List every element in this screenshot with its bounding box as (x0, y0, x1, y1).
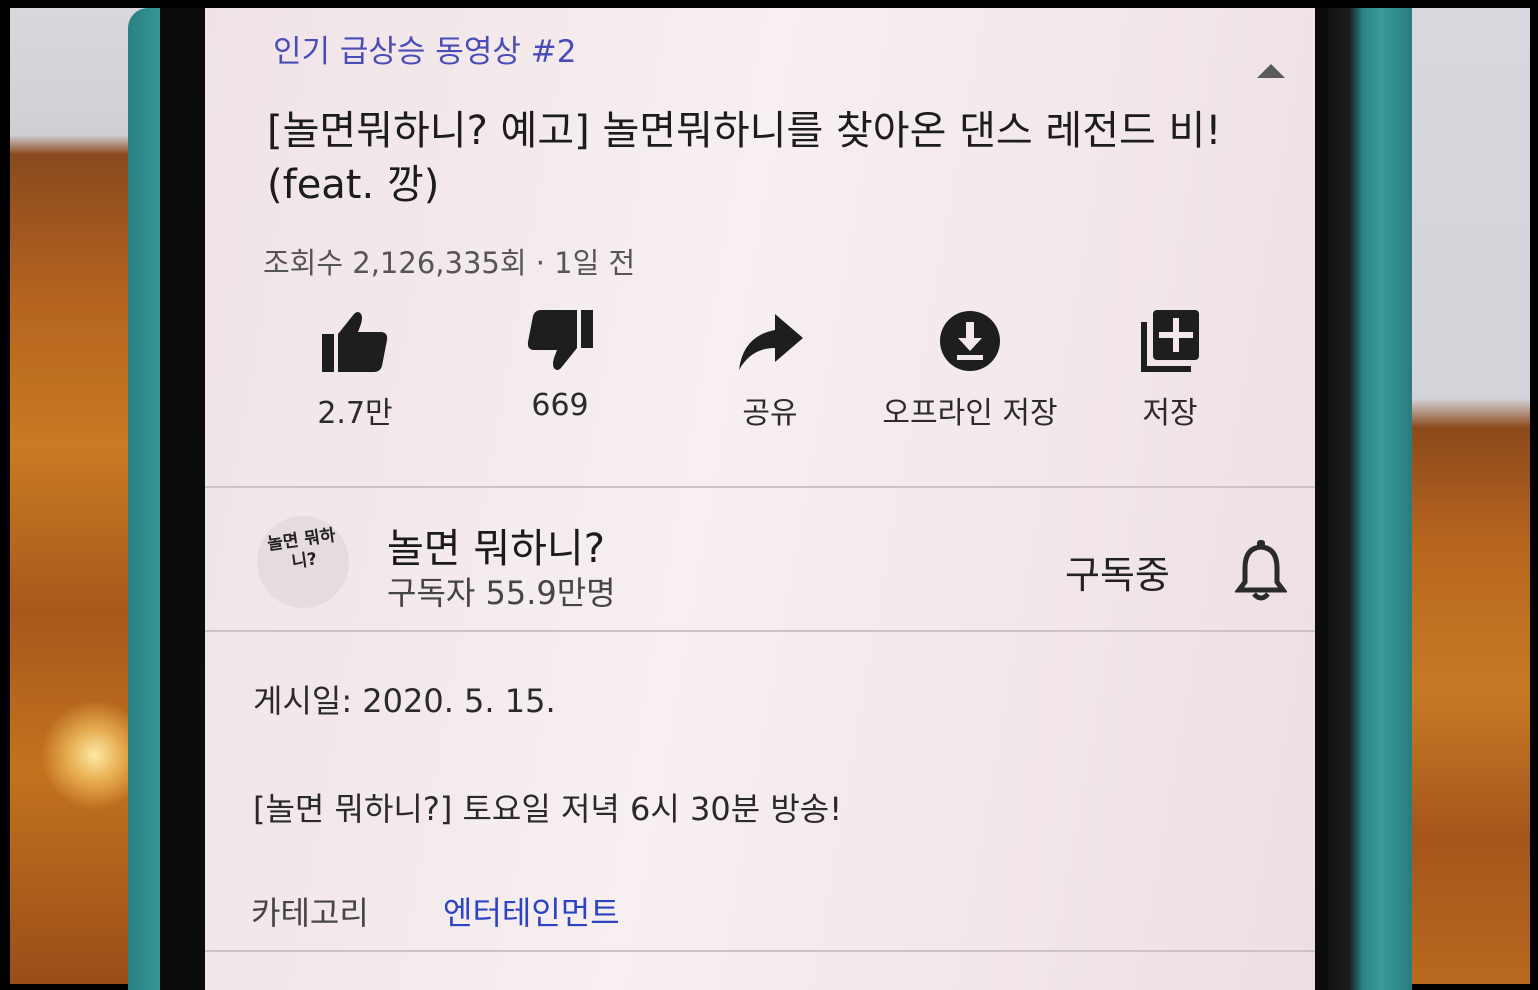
share-arrow-icon (739, 314, 803, 370)
phone-case-edge (1322, 8, 1412, 990)
share-button[interactable]: 공유 (705, 308, 835, 432)
dislike-count: 669 (531, 388, 589, 423)
offline-save-button[interactable]: 오프라인 저장 (865, 308, 1075, 432)
photo: 인기 급상승 동영상 #2 [놀면뭐하니? 예고] 놀면뭐하니를 찾아온 댄스 … (0, 0, 1538, 990)
divider (205, 950, 1315, 952)
subscriber-count: 구독자 55.9만명 (387, 574, 616, 612)
divider (205, 630, 1315, 632)
dislike-button[interactable]: 669 (495, 308, 625, 423)
bell-icon[interactable] (1234, 538, 1288, 606)
view-count: 조회수 2,126,335회 · 1일 전 (263, 246, 636, 280)
thumbs-up-icon (322, 312, 388, 372)
category-label: 카테고리 (251, 894, 369, 932)
category-link[interactable]: 엔터테인먼트 (443, 888, 620, 934)
like-count: 2.7만 (317, 396, 393, 431)
collapse-icon[interactable] (1257, 64, 1285, 78)
trending-label[interactable]: 인기 급상승 동영상 #2 (273, 26, 576, 71)
save-label: 저장 (1142, 396, 1198, 431)
thumbs-down-icon (527, 310, 593, 370)
divider (205, 486, 1315, 488)
share-label: 공유 (742, 396, 798, 431)
download-icon (940, 311, 1000, 371)
offline-save-label: 오프라인 저장 (882, 396, 1058, 431)
video-description: [놀면 뭐하니?] 토요일 저녁 6시 30분 방송! (253, 790, 843, 828)
posted-date: 게시일: 2020. 5. 15. (253, 682, 556, 720)
like-button[interactable]: 2.7만 (290, 308, 420, 432)
save-to-playlist-button[interactable]: 저장 (1115, 308, 1225, 432)
phone-screen: 인기 급상승 동영상 #2 [놀면뭐하니? 예고] 놀면뭐하니를 찾아온 댄스 … (205, 8, 1315, 990)
channel-name[interactable]: 놀면 뭐하니? (387, 516, 605, 574)
add-to-playlist-icon (1141, 310, 1199, 372)
video-title: [놀면뭐하니? 예고] 놀면뭐하니를 찾아온 댄스 레전드 비! (feat. … (267, 108, 1222, 208)
subscribed-button[interactable]: 구독중 (1065, 544, 1170, 599)
